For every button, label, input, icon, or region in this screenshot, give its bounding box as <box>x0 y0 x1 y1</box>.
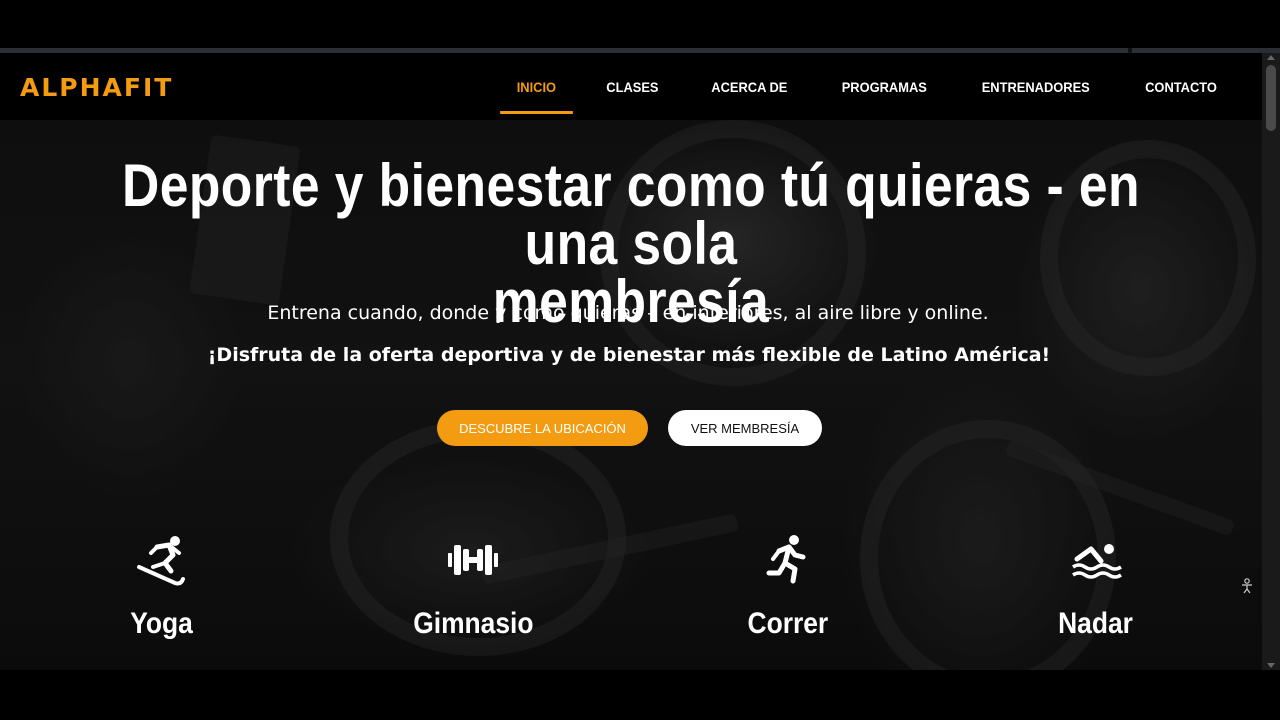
brand-logo[interactable]: ALPHAFIT <box>20 73 173 102</box>
feature-nadar[interactable]: Nadar <box>1006 533 1186 641</box>
screen-frame: ALPHAFIT INICIO CLASES ACERCA DE PROGRAM… <box>0 0 1280 720</box>
nav-item-acerca-de[interactable]: ACERCA DE <box>712 73 788 101</box>
main-nav: INICIO CLASES ACERCA DE PROGRAMAS ENTREN… <box>468 53 1220 120</box>
accessibility-icon[interactable] <box>1240 578 1254 594</box>
nav-item-clases[interactable]: CLASES <box>607 73 659 101</box>
nav-item-inicio[interactable]: INICIO <box>499 73 572 114</box>
dumbbell-icon <box>448 545 498 575</box>
feature-label-yoga: Yoga <box>130 607 194 640</box>
feature-gimnasio[interactable]: Gimnasio <box>383 533 563 641</box>
scroll-down-arrow-icon[interactable] <box>1267 663 1275 668</box>
scrollbar-thumb[interactable] <box>1266 65 1276 131</box>
swimming-icon <box>1072 544 1122 579</box>
nav-item-contacto[interactable]: CONTACTO <box>1145 73 1217 101</box>
feature-label-nadar: Nadar <box>1058 607 1134 640</box>
hero-headline-line-1: Deporte y bienestar como tú quieras - en… <box>122 152 1140 277</box>
nav-item-entrenadores[interactable]: ENTRENADORES <box>982 73 1090 101</box>
feature-yoga[interactable]: Yoga <box>72 533 252 641</box>
screen-bottom-edge <box>0 670 1280 720</box>
scroll-up-arrow-icon[interactable] <box>1267 55 1275 60</box>
hero-subtitle: Entrena cuando, donde y como quieras – e… <box>267 302 989 324</box>
discover-location-button[interactable]: DESCUBRE LA UBICACIÓN <box>437 410 648 446</box>
hero-tagline: ¡Disfruta de la oferta deportiva y de bi… <box>207 344 1051 366</box>
top-navbar: ALPHAFIT INICIO CLASES ACERCA DE PROGRAM… <box>0 53 1262 120</box>
skiing-icon <box>137 536 185 586</box>
view-membership-button[interactable]: VER MEMBRESÍA <box>668 410 822 446</box>
feature-correr[interactable]: Correr <box>698 533 878 641</box>
feature-label-correr: Correr <box>747 607 829 640</box>
web-page: ALPHAFIT INICIO CLASES ACERCA DE PROGRAM… <box>0 53 1262 670</box>
running-icon <box>766 535 806 584</box>
feature-label-gimnasio: Gimnasio <box>412 607 534 640</box>
page-scrollbar[interactable] <box>1262 53 1280 670</box>
nav-item-programas[interactable]: PROGRAMAS <box>842 73 927 101</box>
